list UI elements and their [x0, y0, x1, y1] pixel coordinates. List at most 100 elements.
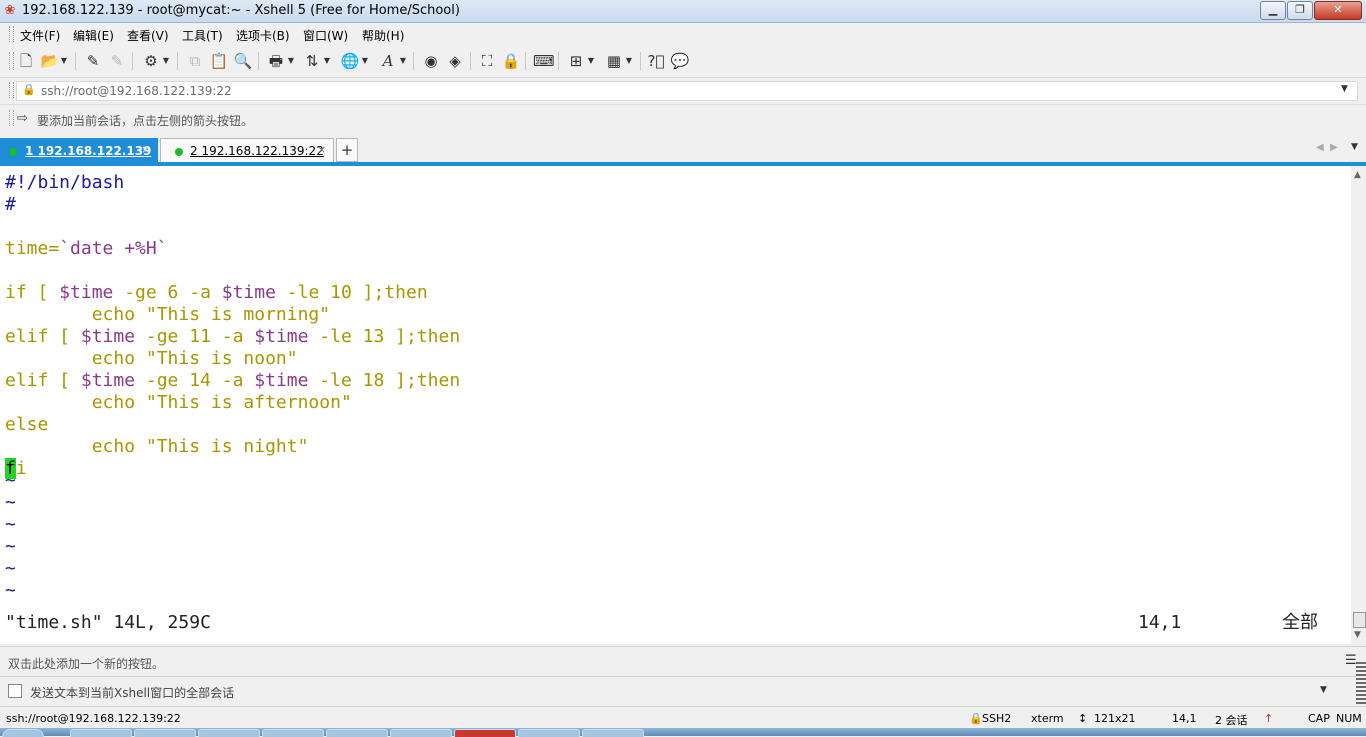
tab-session-1[interactable]: 1 192.168.122.139 × [0, 138, 158, 163]
xmanager-icon[interactable]: ◈ [445, 52, 465, 70]
disconnect-icon[interactable]: ✎ [107, 52, 127, 70]
empty-line-tilde: ~ [5, 580, 16, 601]
keyboard-icon[interactable]: ⌨ [533, 52, 555, 70]
lock-icon: 🔒 [969, 712, 983, 725]
menu-edit[interactable]: 编辑(E) [73, 27, 114, 44]
reconnect-icon[interactable]: ✎ [83, 52, 103, 70]
code-token: $time [221, 282, 276, 303]
terminal-view[interactable]: #!/bin/bash # time=`date +%H` if [ $time… [0, 166, 1351, 644]
empty-line-tilde: ~ [5, 514, 16, 535]
chat-icon[interactable]: 💬 [670, 52, 690, 70]
addressbar-grip[interactable] [9, 82, 14, 98]
quick-button-bar[interactable]: 双击此处添加一个新的按钮。 ☰ [0, 646, 1366, 675]
menu-tools[interactable]: 工具(T) [182, 27, 223, 44]
window-title: 192.168.122.139 - root@mycat:~ - Xshell … [22, 3, 460, 18]
hintbar-grip[interactable] [9, 110, 14, 126]
code-token: elif [ [5, 370, 81, 391]
font-dropdown-icon[interactable]: ▼ [399, 55, 407, 67]
quickbar-menu-icon[interactable]: ☰ [1345, 653, 1357, 668]
code-line-echo: echo "This is night" [5, 436, 309, 457]
address-dropdown-icon[interactable]: ▼ [1341, 84, 1348, 94]
empty-line-tilde: ~ [5, 536, 16, 557]
xshell-app-icon[interactable]: ❀ [3, 4, 17, 18]
menu-file[interactable]: 文件(F) [20, 27, 60, 44]
transfer-icon[interactable]: ⇅ [302, 52, 322, 70]
properties-icon[interactable]: ⚙ [141, 52, 161, 70]
menu-view[interactable]: 查看(V) [127, 27, 169, 44]
resize-icon: ↕ [1078, 712, 1088, 725]
globe-icon[interactable]: 🌐 [340, 52, 360, 70]
close-button[interactable]: ✕ [1314, 1, 1362, 20]
new-tab-icon[interactable]: ⊞ [566, 52, 586, 70]
code-line-time-assign: time=`date +%H` [5, 238, 168, 260]
code-token: -ge 11 -a [135, 326, 255, 347]
status-size: 121x21 [1094, 712, 1136, 725]
compose-checkbox[interactable] [8, 684, 22, 698]
layout-icon[interactable]: ▦ [604, 52, 624, 70]
tab-close-icon[interactable]: × [317, 143, 326, 156]
title-bar: ❀ 192.168.122.139 - root@mycat:~ - Xshel… [0, 0, 1366, 23]
properties-dropdown-icon[interactable]: ▼ [162, 55, 170, 67]
help-icon[interactable]: ?⃝ [646, 52, 666, 70]
menu-tabs[interactable]: 选项卡(B) [236, 27, 290, 44]
address-bar: 🔒 ssh://root@192.168.122.139:22 ▼ [0, 77, 1366, 103]
transfer-dropdown-icon[interactable]: ▼ [323, 55, 331, 67]
tab-list-dropdown-icon[interactable]: ▼ [1351, 142, 1358, 152]
lock-icon[interactable]: 🔒 [501, 52, 521, 70]
code-line-shebang: #!/bin/bash [5, 172, 125, 193]
status-term: xterm [1031, 712, 1064, 725]
compose-input[interactable]: 发送文本到当前Xshell窗口的全部会话 [30, 684, 234, 701]
new-tab-dropdown-icon[interactable]: ▼ [587, 55, 595, 67]
toolbar-separator [132, 52, 133, 70]
code-token: $time [254, 370, 309, 391]
address-text[interactable]: ssh://root@192.168.122.139:22 [41, 84, 232, 98]
maximize-button[interactable]: ❐ [1287, 1, 1313, 20]
scroll-down-icon[interactable]: ▼ [1354, 630, 1361, 640]
paste-icon[interactable]: 📋 [209, 52, 229, 70]
menu-window[interactable]: 窗口(W) [303, 27, 348, 44]
scrollbar-thumb[interactable] [1353, 612, 1366, 628]
code-line-elif: elif [ $time -ge 11 -a $time -le 13 ];th… [5, 326, 460, 348]
find-icon[interactable]: 🔍 [233, 52, 253, 70]
status-protocol: SSH2 [982, 712, 1012, 725]
menu-bar: 文件(F) 编辑(E) 查看(V) 工具(T) 选项卡(B) 窗口(W) 帮助(… [0, 23, 1366, 45]
tab-scroll-right-icon[interactable]: ▶ [1330, 142, 1338, 153]
xftp-icon[interactable]: ◉ [421, 52, 441, 70]
compose-dropdown-icon[interactable]: ▼ [1320, 685, 1327, 695]
font-icon[interactable]: A [378, 52, 398, 70]
globe-dropdown-icon[interactable]: ▼ [361, 55, 369, 67]
menu-help[interactable]: 帮助(H) [362, 27, 404, 44]
add-session-arrow-icon[interactable]: ⇨ [17, 111, 28, 126]
open-folder-icon[interactable]: 📂 [40, 52, 60, 70]
quick-button-hint[interactable]: 双击此处添加一个新的按钮。 [8, 655, 164, 672]
add-tab-button[interactable]: + [336, 138, 358, 162]
status-caps: CAP [1308, 712, 1330, 725]
code-line-if: if [ $time -ge 6 -a $time -le 10 ];then [5, 282, 428, 304]
toolbar-grip[interactable] [9, 52, 14, 70]
code-line-else: else [5, 414, 49, 435]
open-folder-dropdown-icon[interactable]: ▼ [60, 55, 68, 67]
address-field[interactable]: 🔒 ssh://root@192.168.122.139:22 ▼ [16, 81, 1358, 101]
new-session-icon[interactable]: 🗋 [16, 52, 36, 70]
os-taskbar [0, 728, 1366, 737]
tab-scroll-left-icon[interactable]: ◀ [1316, 142, 1324, 153]
print-icon[interactable]: 🖶 [266, 52, 286, 70]
print-dropdown-icon[interactable]: ▼ [287, 55, 295, 67]
layout-dropdown-icon[interactable]: ▼ [625, 55, 633, 67]
tab-session-2[interactable]: 2 192.168.122.139:22 × [160, 138, 334, 163]
vim-status-all: 全部 [1282, 612, 1318, 633]
scroll-up-icon[interactable]: ▲ [1354, 170, 1361, 180]
menubar-grip[interactable] [9, 26, 14, 42]
code-token: -le 18 ];then [308, 370, 461, 391]
session-status-dot [175, 148, 183, 156]
code-token: -le 13 ];then [308, 326, 461, 347]
fullscreen-icon[interactable]: ⛶ [477, 52, 497, 70]
tab-close-icon[interactable]: × [141, 143, 150, 156]
copy-icon[interactable]: ⧉ [185, 52, 205, 70]
code-line-elif: elif [ $time -ge 14 -a $time -le 18 ];th… [5, 370, 460, 392]
hint-text: 要添加当前会话，点击左侧的箭头按钮。 [37, 114, 254, 128]
code-token: if [ [5, 282, 60, 303]
minimize-button[interactable]: ▁ [1260, 1, 1286, 20]
terminal-scrollbar[interactable]: ▲ ▼ [1351, 166, 1366, 644]
tab-bar: 1 192.168.122.139 × 2 192.168.122.139:22… [0, 136, 1366, 163]
